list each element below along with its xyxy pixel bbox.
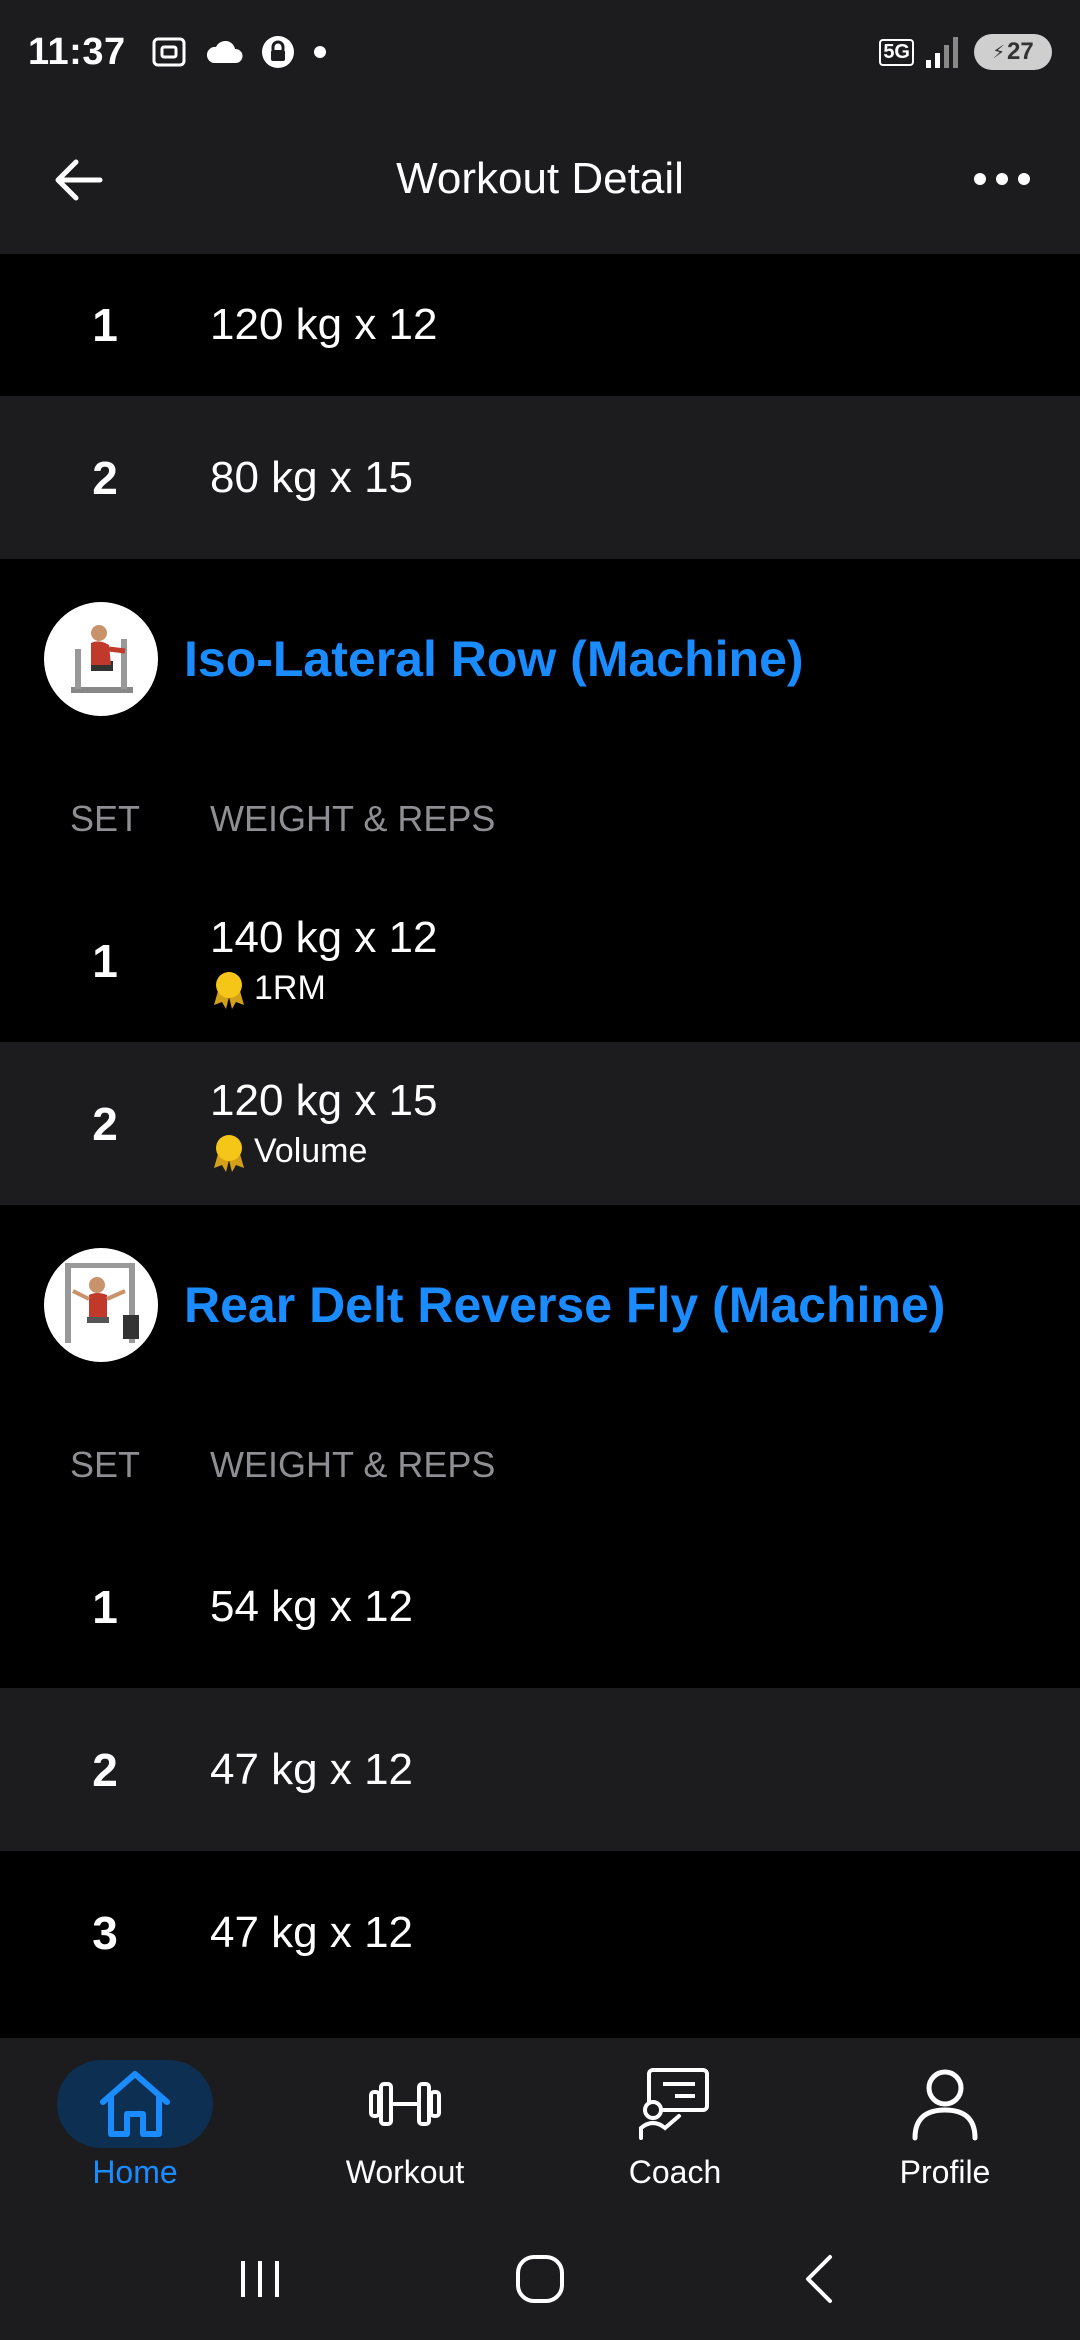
system-navigation-bar xyxy=(0,2218,1080,2340)
set-weight-reps: 80 kg x 15 xyxy=(210,452,414,502)
back-arrow-icon[interactable] xyxy=(50,152,106,208)
vpn-lock-icon xyxy=(261,36,294,68)
signal-icon xyxy=(926,37,958,68)
set-column-label: SET xyxy=(69,1444,140,1485)
cloud-icon xyxy=(206,40,243,63)
set-weight-reps: 120 kg x 15 xyxy=(210,1075,438,1125)
set-number: 1 xyxy=(92,934,118,987)
medal-icon xyxy=(214,971,244,1009)
weight-reps-column-label: WEIGHT & REPS xyxy=(210,798,496,839)
exercise-header[interactable]: Rear Delt Reverse Fly (Machine) xyxy=(0,1205,1080,1405)
set-row: 1 120 kg x 12 xyxy=(0,254,1080,396)
nav-home[interactable]: Home xyxy=(0,2038,270,2218)
network-type: 5G xyxy=(879,38,914,66)
battery-level: 27 xyxy=(1006,38,1034,65)
reverse-fly-machine-illustration xyxy=(65,1263,139,1343)
set-number: 1 xyxy=(92,299,118,351)
nav-label-home: Home xyxy=(92,2154,178,2190)
recent-apps-icon xyxy=(241,2261,279,2297)
set-number: 2 xyxy=(92,1743,118,1796)
set-number: 2 xyxy=(92,1097,118,1150)
bottom-navigation: Home Workout Coach Profile xyxy=(0,2038,1080,2218)
profile-icon xyxy=(912,2069,978,2141)
dumbbell-icon xyxy=(369,2082,441,2126)
column-headers: SET WEIGHT & REPS xyxy=(0,759,1080,879)
set-number: 2 xyxy=(92,451,118,504)
set-row: 2 47 kg x 12 xyxy=(0,1688,1080,1851)
battery-saver-icon: ⚡ xyxy=(992,41,1005,62)
page-title: Workout Detail xyxy=(396,154,684,203)
exercise-thumbnail[interactable] xyxy=(44,1248,158,1362)
notification-dot-icon xyxy=(313,46,326,58)
status-notification-icons xyxy=(150,33,328,71)
nav-profile[interactable]: Profile xyxy=(810,2038,1080,2218)
column-headers: SET WEIGHT & REPS xyxy=(0,1405,1080,1525)
status-system-icons: 5G ⚡ 27 xyxy=(879,34,1052,70)
home-icon xyxy=(100,2071,170,2137)
workout-content[interactable]: 1 120 kg x 12 2 80 kg x 15 Iso-Lateral R… xyxy=(0,254,1080,2014)
nav-label-coach: Coach xyxy=(628,2154,722,2190)
medal-icon xyxy=(214,1134,244,1172)
weight-reps-column-label: WEIGHT & REPS xyxy=(210,1444,496,1485)
exercise-name[interactable]: Rear Delt Reverse Fly (Machine) xyxy=(184,1276,945,1334)
status-bar: 11:37 5G ⚡ 27 xyxy=(0,0,1080,104)
nav-label-profile: Profile xyxy=(899,2154,991,2190)
home-button[interactable] xyxy=(500,2244,580,2314)
set-row: 1 140 kg x 12 1RM xyxy=(0,879,1080,1042)
workout-detail-screen: 11:37 5G ⚡ 27 Workout Detail 1 120 kg x … xyxy=(0,0,1080,2340)
exercise-thumbnail[interactable] xyxy=(44,602,158,716)
nav-label-workout: Workout xyxy=(345,2154,465,2190)
set-row: 3 47 kg x 12 xyxy=(0,1851,1080,2014)
pr-label: 1RM xyxy=(254,969,326,1007)
exercise-name[interactable]: Iso-Lateral Row (Machine) xyxy=(184,630,804,688)
nav-workout[interactable]: Workout xyxy=(270,2038,540,2218)
battery-indicator: ⚡ 27 xyxy=(974,34,1052,70)
exercise-header[interactable]: Iso-Lateral Row (Machine) xyxy=(0,559,1080,759)
screenshot-icon xyxy=(152,37,186,67)
pr-label: Volume xyxy=(254,1132,368,1170)
set-number: 3 xyxy=(92,1906,118,1959)
back-button[interactable] xyxy=(780,2244,860,2314)
pr-badge: 1RM xyxy=(210,969,438,1009)
set-row: 1 54 kg x 12 xyxy=(0,1525,1080,1688)
set-weight-reps: 120 kg x 12 xyxy=(210,300,438,349)
set-number: 1 xyxy=(92,1580,118,1633)
coach-icon xyxy=(639,2068,709,2140)
home-circle-icon xyxy=(516,2255,564,2303)
set-weight-reps: 47 kg x 12 xyxy=(210,1744,414,1794)
recent-apps-button[interactable] xyxy=(220,2244,300,2314)
set-weight-reps: 54 kg x 12 xyxy=(210,1581,414,1631)
set-row: 2 80 kg x 15 xyxy=(0,396,1080,559)
nav-coach[interactable]: Coach xyxy=(540,2038,810,2218)
app-header: Workout Detail xyxy=(0,104,1080,254)
back-chevron-icon xyxy=(806,2255,832,2303)
pr-badge: Volume xyxy=(210,1132,438,1172)
set-weight-reps: 47 kg x 12 xyxy=(210,1907,414,1957)
more-options-icon[interactable] xyxy=(974,164,1030,194)
row-machine-illustration xyxy=(71,625,133,693)
status-time: 11:37 xyxy=(28,30,126,73)
set-weight-reps: 140 kg x 12 xyxy=(210,912,438,962)
set-row: 2 120 kg x 15 Volume xyxy=(0,1042,1080,1205)
set-column-label: SET xyxy=(69,798,140,839)
